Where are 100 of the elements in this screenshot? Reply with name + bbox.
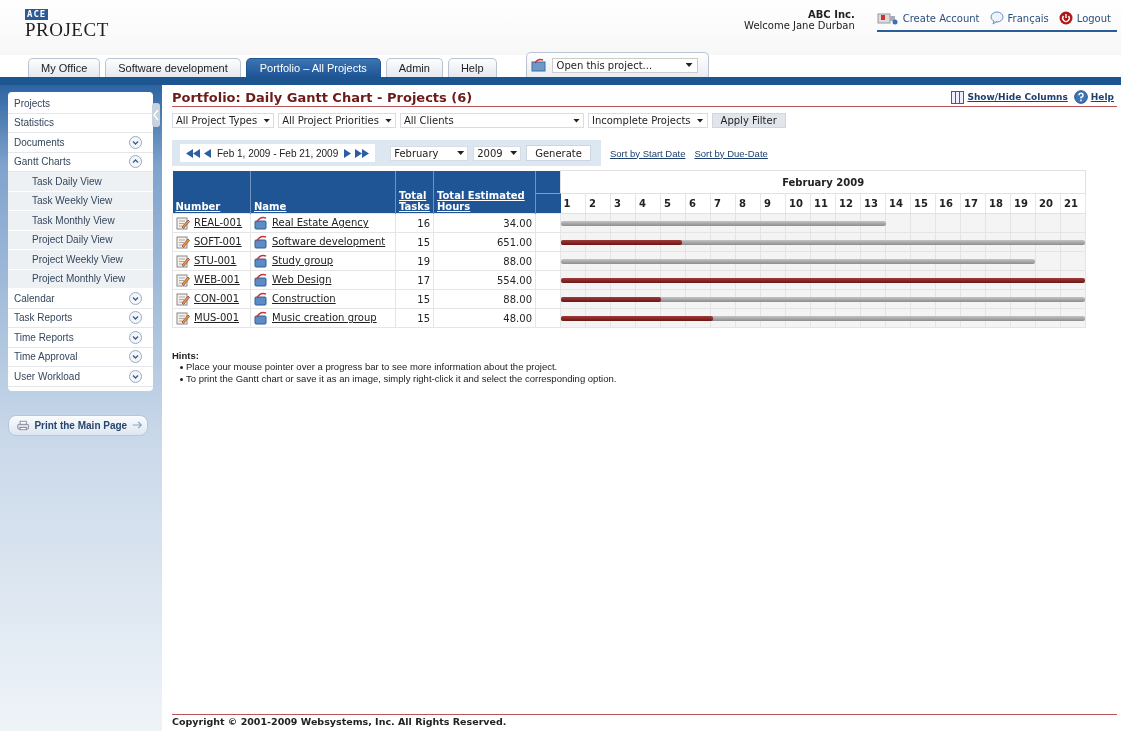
day-header: 9 <box>764 198 771 209</box>
nav-tab[interactable]: Help <box>447 58 497 77</box>
sort-link[interactable]: Sort by Due-Date <box>694 147 768 159</box>
sidebar-item[interactable]: User Workload <box>8 367 153 387</box>
edit-icon[interactable] <box>176 311 190 325</box>
table-cell: 16 <box>395 213 434 233</box>
sidebar-item[interactable]: Documents <box>8 133 153 153</box>
year-select[interactable]: 2009 <box>473 145 522 161</box>
day-header: 2 <box>589 198 596 209</box>
edit-icon[interactable] <box>176 292 190 306</box>
filter-select[interactable]: All Project Types <box>172 113 275 128</box>
date-range: Feb 1, 2009 - Feb 21, 2009 <box>217 147 339 159</box>
table-cell: 88.00 <box>433 251 536 271</box>
table-cell: 15 <box>395 289 434 309</box>
sidebar-item[interactable]: Calendar <box>8 289 153 309</box>
filter-select[interactable]: Incomplete Projects <box>587 113 708 128</box>
table-cell: 48.00 <box>433 308 536 328</box>
folder-icon <box>530 58 547 72</box>
first-icon[interactable] <box>186 148 200 158</box>
sidebar-subitem[interactable]: Project Weekly View <box>8 250 153 270</box>
hint-text: Place your mouse pointer over a progress bar to see more information about the project. <box>186 361 558 373</box>
sidebar-item[interactable]: Time Reports <box>8 328 153 348</box>
apply-filter-button[interactable]: Apply Filter <box>711 113 786 128</box>
chevron-up-icon[interactable] <box>129 155 142 169</box>
filter-select[interactable]: All Clients <box>399 113 584 128</box>
collapse-handle-icon[interactable] <box>152 103 160 127</box>
chevron-down-icon[interactable] <box>129 311 142 325</box>
chevron-down-icon[interactable] <box>129 330 142 344</box>
folder-icon[interactable] <box>254 254 268 268</box>
day-header: 4 <box>639 198 646 209</box>
month-select[interactable]: February <box>390 145 469 161</box>
day-header: 21 <box>1064 198 1078 209</box>
nav-tab[interactable]: Portfolio – All Projects <box>245 58 381 77</box>
project-select[interactable]: Open this project... <box>551 57 698 73</box>
folder-icon[interactable] <box>254 216 268 230</box>
nav-tab[interactable]: Admin <box>385 58 443 77</box>
header-link[interactable]: Logout <box>1076 12 1111 24</box>
table-cell: 554.00 <box>433 270 536 290</box>
hints-title: Hints: <box>172 350 200 361</box>
bullet-icon <box>180 365 183 369</box>
previous-icon[interactable] <box>204 148 211 158</box>
table-cell: 17 <box>395 270 434 290</box>
account-icon <box>876 11 899 25</box>
sidebar-item[interactable]: Task Reports <box>8 308 153 328</box>
generate-button[interactable]: Generate <box>526 145 591 161</box>
sidebar-subitem[interactable]: Task Daily View <box>8 172 153 192</box>
sidebar-subitem[interactable]: Project Daily View <box>8 230 153 250</box>
speech-bubble-icon <box>989 11 1004 25</box>
nav-tab[interactable]: My Office <box>28 58 101 77</box>
columns-icon <box>951 90 965 104</box>
day-header: 12 <box>839 198 853 209</box>
next-icon[interactable] <box>344 148 352 158</box>
sort-link[interactable]: Sort by Start Date <box>609 147 686 159</box>
header-link[interactable]: Français <box>1007 12 1049 24</box>
edit-icon[interactable] <box>176 235 190 249</box>
sidebar-subitem[interactable]: Project Monthly View <box>8 269 153 289</box>
table-cell: 19 <box>395 251 434 271</box>
title-link[interactable]: Help <box>1090 92 1114 102</box>
table-cell: 15 <box>395 232 434 252</box>
print-button[interactable]: Print the Main Page <box>8 414 148 436</box>
table-cell: 651.00 <box>433 232 536 252</box>
power-icon <box>1058 11 1073 25</box>
edit-icon[interactable] <box>176 273 190 287</box>
company-name: ABC Inc. <box>808 9 855 20</box>
nav-tab[interactable]: Software development <box>105 58 241 77</box>
filter-select[interactable]: All Project Priorities <box>278 113 396 128</box>
table-cell: 15 <box>395 308 434 328</box>
day-header: 15 <box>914 198 928 209</box>
day-header: 7 <box>714 198 721 209</box>
folder-icon[interactable] <box>254 273 268 287</box>
header-link[interactable]: Create Account <box>902 12 980 24</box>
printer-icon <box>17 418 30 432</box>
folder-icon[interactable] <box>254 311 268 325</box>
sidebar-item[interactable]: Time Approval <box>8 347 153 367</box>
chevron-down-icon[interactable] <box>129 291 142 305</box>
sidebar-subitem[interactable]: Task Weekly View <box>8 191 153 211</box>
day-header: 16 <box>939 198 953 209</box>
copyright-text: Copyright © 2001-2009 Websystems, Inc. All Rights Reserved. <box>172 716 507 727</box>
welcome-text: Welcome Jane Durban <box>744 20 855 31</box>
day-header: 5 <box>664 198 671 209</box>
folder-icon[interactable] <box>254 292 268 306</box>
title-link[interactable]: Show/Hide Columns <box>967 92 1068 102</box>
sidebar-subitem[interactable]: Task Monthly View <box>8 211 153 231</box>
page-title: Portfolio: Daily Gantt Chart - Projects (6) <box>172 90 473 105</box>
day-header: 3 <box>614 198 621 209</box>
day-header: 17 <box>964 198 978 209</box>
chevron-down-icon[interactable] <box>129 135 142 149</box>
edit-icon[interactable] <box>176 216 190 230</box>
day-header: 1 <box>563 198 571 209</box>
edit-icon[interactable] <box>176 254 190 268</box>
help-icon <box>1073 90 1088 104</box>
day-header: 13 <box>864 198 878 209</box>
folder-icon[interactable] <box>254 235 268 249</box>
hint-text: To print the Gantt chart or save it as an image, simply right-click it and select the corresponding option. <box>186 373 617 385</box>
chevron-down-icon[interactable] <box>129 369 142 383</box>
last-icon[interactable] <box>355 148 370 158</box>
day-header: 6 <box>689 198 696 209</box>
day-header: 8 <box>739 198 746 209</box>
chevron-down-icon[interactable] <box>129 350 142 364</box>
day-header: 19 <box>1014 198 1028 209</box>
